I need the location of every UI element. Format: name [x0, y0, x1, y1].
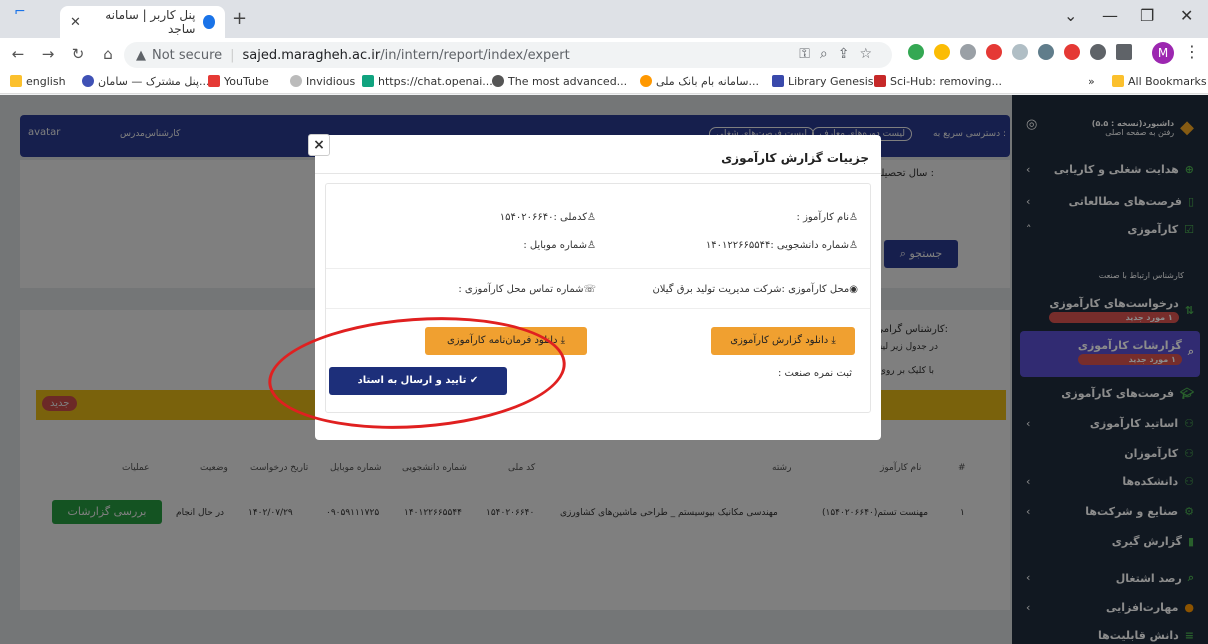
divider [326, 268, 870, 269]
forward-icon[interactable]: → [36, 45, 60, 63]
not-secure-label: Not secure [152, 47, 223, 63]
tab-strip: ⌐ پنل کاربر | سامانه ساجد ✕ + ⌄ — ❐ ✕ [0, 0, 1208, 38]
omnibox-actions-icon[interactable]: ⚿⌕⇪☆ [799, 46, 882, 62]
youtube-icon [208, 75, 220, 87]
minimize-icon[interactable]: — [1102, 6, 1118, 25]
sidebar: ◆ داشبورد(نسخه : ۵.۵) رفتن به صفحه اصلی … [1012, 95, 1208, 644]
user-icon: ♙ [587, 212, 596, 223]
back-icon[interactable]: ← [6, 45, 30, 63]
bookmark-item[interactable]: پنل مشترک — سامان... [82, 75, 210, 88]
puzzle-icon[interactable] [1090, 44, 1106, 60]
download-report-button[interactable]: ⤓ دانلود گزارش کارآموزی [711, 327, 855, 355]
address-bar[interactable]: ▲ Not secure | sajed.maragheh.ac.ir /in/… [124, 42, 892, 68]
bookmarks-overflow[interactable]: » [1088, 75, 1095, 88]
report-details-modal: جزییات گزارش کارآموزی ♙نام کارآموز : ♙کد… [315, 135, 881, 440]
tab-list-icon[interactable]: ⌄ [1064, 6, 1077, 25]
mobile-field: ♙شماره موبایل : [523, 240, 596, 251]
divider [315, 173, 881, 174]
extension-icon[interactable] [908, 44, 924, 60]
extension-icon[interactable] [934, 44, 950, 60]
bookmark-item[interactable]: Library Genesis [772, 75, 874, 88]
extensions-bar [908, 44, 1132, 60]
check-icon[interactable] [1064, 44, 1080, 60]
download-icon: ⤓ [560, 335, 566, 346]
library-icon [772, 75, 784, 87]
phone-icon: ☏ [583, 284, 596, 295]
user-icon: ♙ [849, 240, 858, 251]
scihub-icon [874, 75, 886, 87]
student-name-field: ♙نام کارآموز : [796, 212, 858, 223]
sidebar-shade [1012, 95, 1208, 644]
close-tab-icon[interactable]: ✕ [70, 15, 81, 30]
invidious-icon [290, 75, 302, 87]
reload-icon[interactable]: ↻ [66, 45, 90, 63]
url-path: /in/intern/report/index/expert [380, 47, 570, 63]
check-circle-icon: ✔ [469, 375, 479, 386]
profile-avatar[interactable]: M [1152, 42, 1174, 64]
divider [326, 308, 870, 309]
user-icon: ♙ [849, 212, 858, 223]
download-icon: ⤓ [831, 335, 836, 346]
menu-icon[interactable]: ⋮ [1184, 42, 1200, 61]
bookmark-item[interactable]: The most advanced... [492, 75, 627, 88]
bookmark-icon [82, 75, 94, 87]
bookmark-item[interactable]: Sci-Hub: removing... [874, 75, 1002, 88]
bookmark-item[interactable]: سامانه بام بانک ملی... [640, 75, 759, 88]
download-icon[interactable] [960, 44, 976, 60]
tab-title: پنل کاربر | سامانه ساجد [105, 8, 196, 36]
favicon-icon [203, 15, 215, 29]
folder-icon [10, 75, 22, 87]
national-code-field: ♙کدملی :۱۵۴۰۲۰۶۶۴۰ [499, 212, 596, 223]
close-window-icon[interactable]: ✕ [1180, 6, 1193, 25]
location-field: ◉محل کارآموزی :شرکت مدیریت تولید برق گیل… [652, 284, 858, 295]
bookmarks-bar: english پنل مشترک — سامان... YouTube Inv… [0, 70, 1208, 94]
location-phone-field: ☏شماره تماس محل کارآموزی : [458, 284, 596, 295]
browser-tab[interactable]: پنل کاربر | سامانه ساجد ✕ [60, 6, 225, 38]
bookmark-item[interactable]: english [10, 75, 66, 88]
bookmark-item[interactable]: https://chat.openai... [362, 75, 493, 88]
openai-icon [362, 75, 374, 87]
tab-search-icon[interactable]: ⌐ [14, 4, 26, 20]
bank-icon [640, 75, 652, 87]
download-letter-button[interactable]: ⤓ دانلود فرمان‌نامه کارآموزی [425, 327, 587, 355]
sidepanel-icon[interactable] [1116, 44, 1132, 60]
student-number-field: ♙شماره دانشجویی :۱۴۰۱۲۲۶۶۵۵۴۴ [705, 240, 858, 251]
all-bookmarks[interactable]: All Bookmarks [1112, 75, 1207, 88]
modal-title: جزییات گزارش کارآموزی [721, 151, 869, 165]
warning-icon: ▲ [136, 47, 146, 63]
industry-score-label: ثبت نمره صنعت : [778, 368, 852, 379]
abp-icon[interactable] [986, 44, 1002, 60]
new-tab-button[interactable]: + [232, 8, 247, 29]
globe-icon [492, 75, 504, 87]
home-icon[interactable]: ⌂ [96, 45, 120, 63]
user-icon: ♙ [587, 240, 596, 251]
url-host: sajed.maragheh.ac.ir [242, 47, 381, 63]
restore-icon[interactable]: ❐ [1140, 6, 1154, 25]
bookmark-item[interactable]: YouTube [208, 75, 269, 88]
bookmark-item[interactable]: Invidious [290, 75, 355, 88]
folder-icon [1112, 75, 1124, 87]
confirm-send-button[interactable]: ✔ تایید و ارسال به استاد [329, 367, 507, 395]
extension-icon[interactable] [1038, 44, 1054, 60]
close-icon[interactable]: × [308, 134, 330, 156]
shield-icon[interactable] [1012, 44, 1028, 60]
location-icon: ◉ [849, 284, 858, 295]
